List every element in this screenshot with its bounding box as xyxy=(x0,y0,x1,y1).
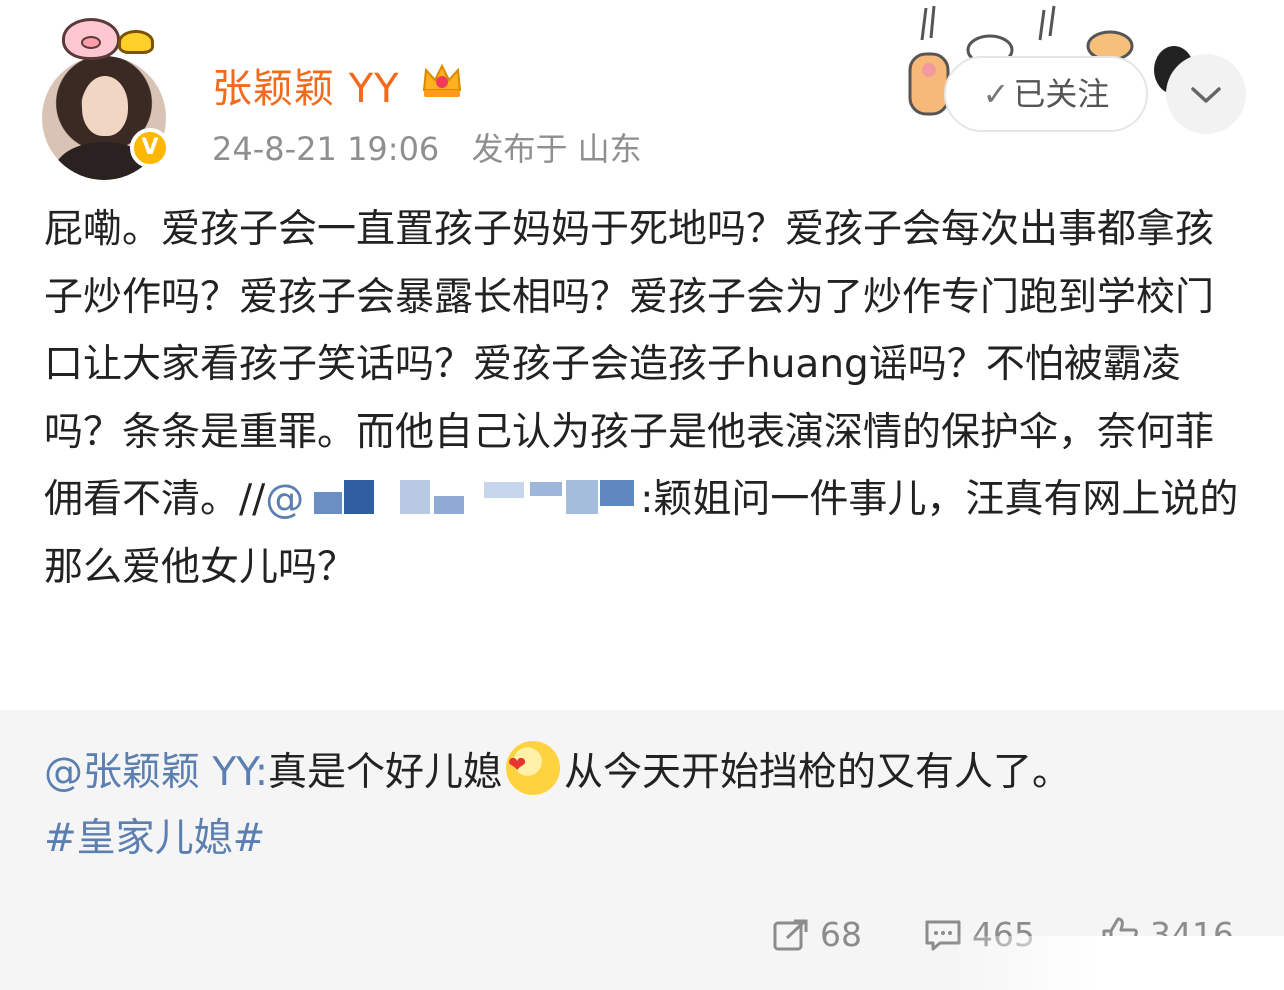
mention-prefix: @ xyxy=(265,477,305,523)
repost-count: 68 xyxy=(820,915,862,954)
hashtag-link[interactable]: #皇家儿媳# xyxy=(44,816,265,861)
post-timestamp: 24-8-21 19:06 xyxy=(212,130,440,168)
weibo-post: V 张颖颖 YY 24-8-21 19:06 发布于 山东 ✓ 已关注 屁嘞。爱孩… xyxy=(0,0,1284,990)
check-icon: ✓ xyxy=(982,75,1010,113)
post-text-part1: 屁嘞。爱孩子会一直置孩子妈妈于死地吗？爱孩子会每次出事都拿孩子炒作吗？爱孩子会暴… xyxy=(44,207,1215,523)
heart-love-face-emoji xyxy=(506,733,561,799)
follow-label: 已关注 xyxy=(1013,75,1110,113)
gold-ingot-icon xyxy=(118,30,154,54)
avatar-face xyxy=(82,76,128,136)
avatar[interactable]: V xyxy=(42,18,172,180)
post-body: 屁嘞。爱孩子会一直置孩子妈妈于死地吗？爱孩子会每次出事都拿孩子炒作吗？爱孩子会暴… xyxy=(44,196,1244,602)
repost-icon xyxy=(773,919,808,951)
post-meta: 24-8-21 19:06 发布于 山东 xyxy=(212,124,664,170)
bottom-fade-overlay xyxy=(950,936,1284,990)
username[interactable]: 张颖颖 YY xyxy=(212,56,400,114)
follow-button[interactable]: ✓ 已关注 xyxy=(944,56,1148,132)
chevron-down-icon xyxy=(1191,87,1221,103)
post-location: 发布于 山东 xyxy=(471,130,642,168)
more-options-button[interactable] xyxy=(1166,54,1246,134)
crown-icon xyxy=(422,63,462,97)
retweet-text-1: 真是个好儿媳 xyxy=(268,750,503,795)
retweet-body: @张颖颖 YY:真是个好儿媳 从今天开始挡枪的又有人了。 #皇家儿媳# xyxy=(44,733,1244,872)
redacted-username xyxy=(304,478,640,518)
retweet-user-link[interactable]: @张颖颖 YY: xyxy=(44,750,268,795)
pig-decoration-icon xyxy=(62,18,120,60)
verified-badge-icon: V xyxy=(130,128,170,168)
repost-button[interactable]: 68 xyxy=(772,910,862,960)
mention-link[interactable]: @ xyxy=(265,477,640,522)
retweet-text-2: 从今天开始挡枪的又有人了。 xyxy=(564,750,1072,795)
